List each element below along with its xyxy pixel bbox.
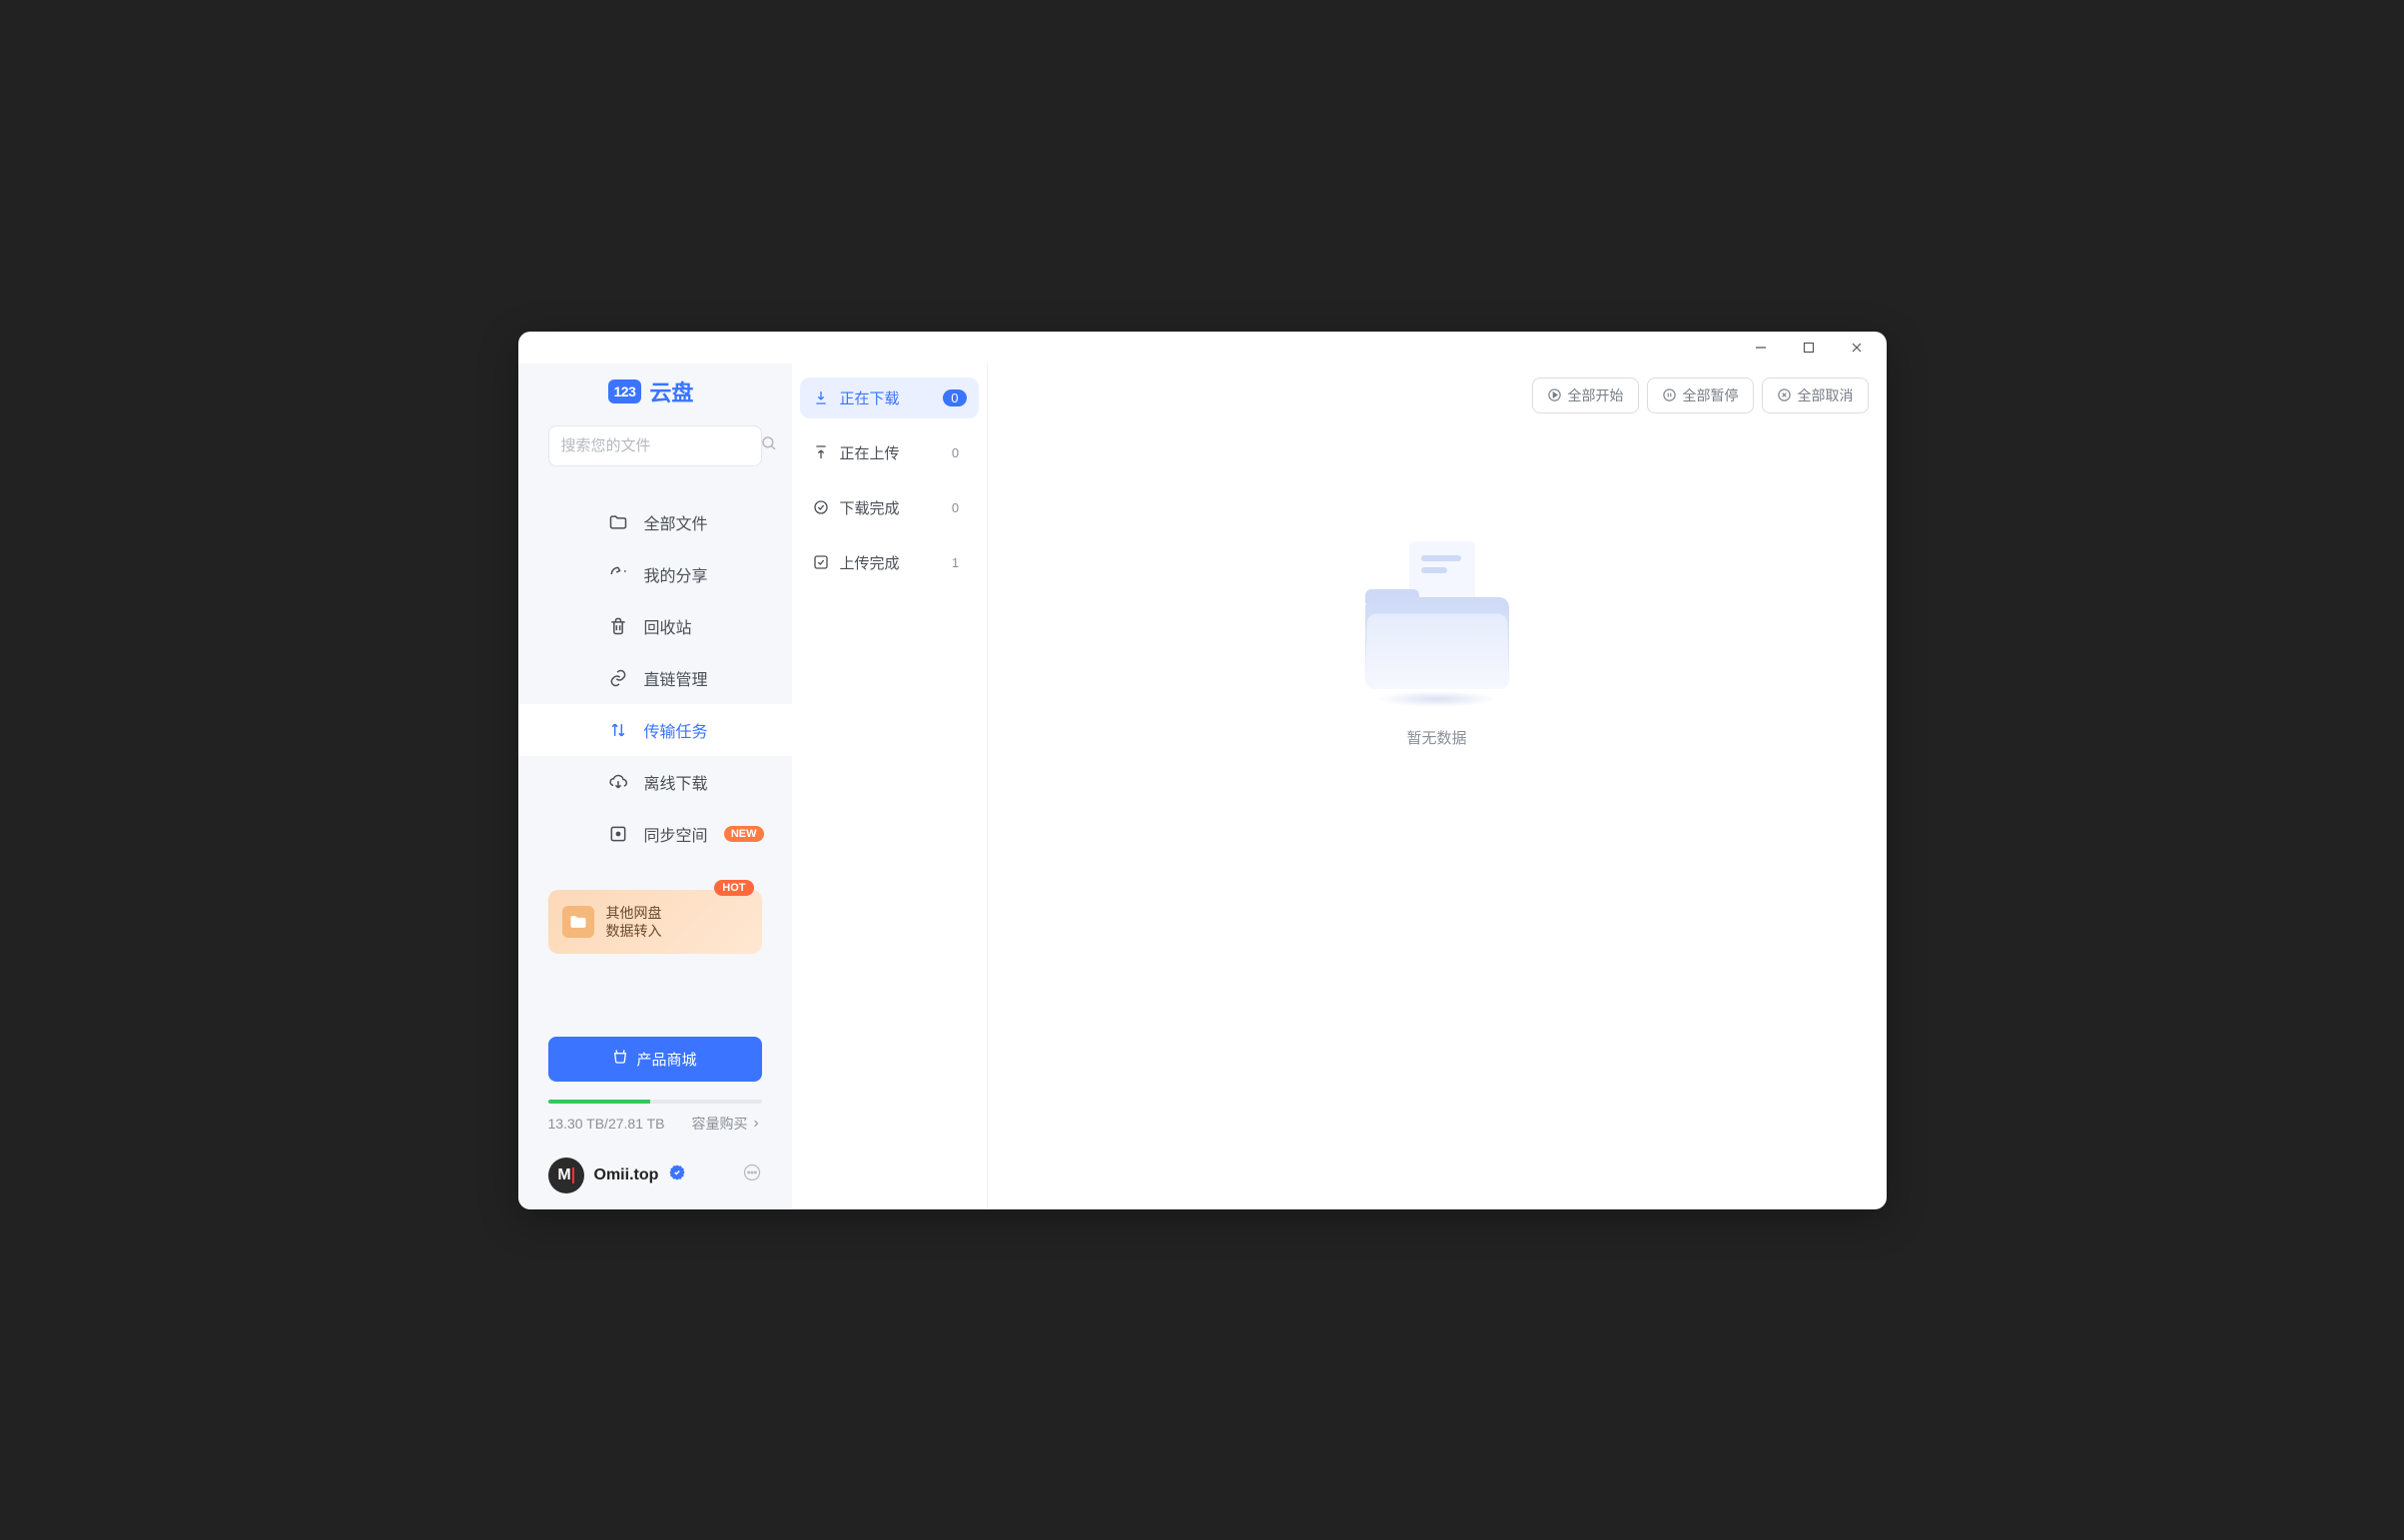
import-card[interactable]: HOT 其他网盘 数据转入 — [548, 890, 762, 954]
nav-label: 离线下载 — [644, 770, 708, 794]
nav-sync-space[interactable]: 同步空间 NEW — [518, 808, 792, 860]
user-more-icon[interactable] — [742, 1162, 762, 1187]
toolbar: 全部开始 全部暂停 全部取消 — [988, 364, 1887, 427]
empty-text: 暂无数据 — [1406, 727, 1466, 748]
import-text: 其他网盘 数据转入 — [606, 904, 662, 940]
task-tab-download-done[interactable]: 下载完成 0 — [800, 487, 979, 528]
button-label: 全部暂停 — [1683, 385, 1739, 405]
nav-label: 我的分享 — [644, 562, 708, 586]
task-count: 0 — [943, 389, 966, 406]
button-label: 全部取消 — [1798, 385, 1854, 405]
task-tab-uploading[interactable]: 正在上传 0 — [800, 432, 979, 473]
task-tab-downloading[interactable]: 正在下载 0 — [800, 378, 979, 418]
nav-label: 同步空间 — [644, 822, 708, 846]
link-icon — [608, 668, 628, 688]
storage-bar — [548, 1100, 762, 1104]
share-icon — [608, 564, 628, 584]
maximize-button[interactable] — [1787, 334, 1831, 362]
task-count: 0 — [945, 445, 967, 460]
task-label: 正在上传 — [840, 442, 900, 463]
task-count: 0 — [945, 500, 967, 515]
nav-label: 回收站 — [644, 614, 692, 638]
content: 123 云盘 全部文件 我的分享 — [518, 364, 1887, 1209]
nav-transfer-tasks[interactable]: 传输任务 — [518, 704, 792, 756]
task-count: 1 — [945, 555, 967, 570]
chevron-right-icon — [750, 1118, 762, 1130]
minimize-button[interactable] — [1739, 334, 1783, 362]
titlebar — [518, 332, 1887, 364]
sidebar: 123 云盘 全部文件 我的分享 — [518, 364, 792, 1209]
nav-direct-links[interactable]: 直链管理 — [518, 652, 792, 704]
sidebar-bottom: 产品商城 13.30 TB/27.81 TB 容量购买 M Omii.top — [518, 1017, 792, 1209]
shop-button[interactable]: 产品商城 — [548, 1037, 762, 1082]
download-icon — [812, 388, 830, 406]
nav-label: 全部文件 — [644, 510, 708, 534]
import-folder-icon — [562, 906, 594, 938]
search-input[interactable] — [561, 437, 760, 454]
logo-badge: 123 — [608, 380, 642, 403]
upload-icon — [812, 443, 830, 461]
task-tab-upload-done[interactable]: 上传完成 1 — [800, 542, 979, 583]
cancel-all-button[interactable]: 全部取消 — [1762, 378, 1869, 413]
verified-icon — [668, 1163, 686, 1186]
task-label: 下载完成 — [840, 497, 900, 518]
storage-buy-link[interactable]: 容量购买 — [692, 1114, 762, 1134]
task-label: 正在下载 — [840, 387, 900, 408]
cloud-download-icon — [608, 772, 628, 792]
user-row: M Omii.top — [548, 1157, 762, 1193]
empty-folder-icon — [1347, 537, 1527, 707]
cancel-icon — [1777, 387, 1792, 402]
task-category-list: 正在下载 0 正在上传 0 下载完成 0 上传完成 1 — [792, 364, 988, 1209]
nav-label: 直链管理 — [644, 666, 708, 690]
sync-icon — [608, 824, 628, 844]
shop-label: 产品商城 — [636, 1049, 696, 1070]
transfer-icon — [608, 720, 628, 740]
nav-label: 传输任务 — [644, 718, 708, 742]
close-button[interactable] — [1835, 334, 1879, 362]
main-panel: 全部开始 全部暂停 全部取消 暂无数 — [988, 364, 1887, 1209]
button-label: 全部开始 — [1568, 385, 1624, 405]
nav-my-shares[interactable]: 我的分享 — [518, 548, 792, 600]
trash-icon — [608, 616, 628, 636]
avatar[interactable]: M — [548, 1157, 584, 1193]
pause-icon — [1662, 387, 1677, 402]
search-box[interactable] — [548, 425, 762, 466]
folder-icon — [608, 512, 628, 532]
hot-badge: HOT — [714, 880, 753, 896]
shop-icon — [612, 1049, 628, 1069]
task-label: 上传完成 — [840, 552, 900, 573]
nav-offline-download[interactable]: 离线下载 — [518, 756, 792, 808]
storage-text: 13.30 TB/27.81 TB — [548, 1116, 665, 1132]
nav: 全部文件 我的分享 回收站 直链管理 传输任务 — [518, 486, 792, 1017]
logo-text: 云盘 — [649, 376, 693, 407]
nav-all-files[interactable]: 全部文件 — [518, 496, 792, 548]
nav-recycle[interactable]: 回收站 — [518, 600, 792, 652]
empty-state: 暂无数据 — [988, 427, 1887, 1209]
check-circle-icon — [812, 498, 830, 516]
logo: 123 云盘 — [518, 376, 792, 425]
play-icon — [1547, 387, 1562, 402]
app-window: 123 云盘 全部文件 我的分享 — [518, 332, 1887, 1209]
username: Omii.top — [594, 1166, 659, 1184]
storage-fill — [548, 1100, 651, 1104]
pause-all-button[interactable]: 全部暂停 — [1647, 378, 1754, 413]
search-icon — [760, 434, 778, 457]
check-square-icon — [812, 553, 830, 571]
new-badge: NEW — [724, 826, 764, 842]
start-all-button[interactable]: 全部开始 — [1532, 378, 1639, 413]
